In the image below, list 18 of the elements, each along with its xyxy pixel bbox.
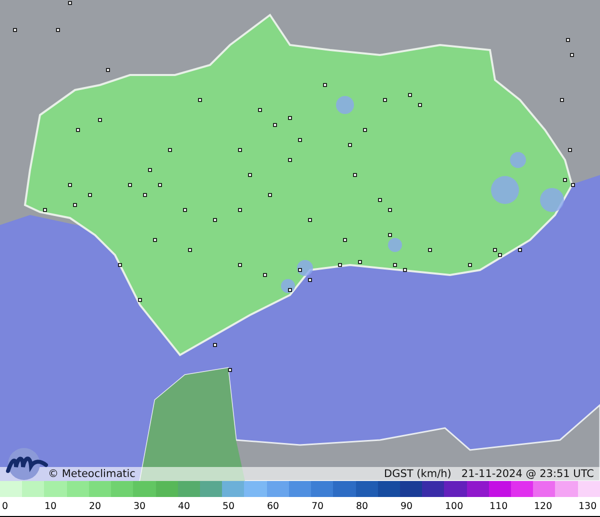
scale-tick-label: 100 [445, 501, 464, 512]
scale-tick-label: 90 [400, 501, 414, 512]
scale-tick-label: 40 [178, 501, 192, 512]
variable-label: DGST (km/h) [384, 468, 452, 480]
scale-tick-label: 80 [356, 501, 370, 512]
scale-tick-label: 20 [89, 501, 102, 512]
scale-tick-label: 60 [267, 501, 280, 512]
scale-tick-label: 130 [578, 501, 598, 512]
scale-tick-label: 70 [312, 501, 325, 512]
scale-tick-label: 0 [1, 501, 10, 512]
scale-tick-label: 110 [490, 501, 509, 512]
scale-tick-label: 120 [534, 501, 554, 512]
credit-text: © Meteoclimatic [48, 468, 136, 480]
scale-tick-label: 10 [44, 501, 58, 512]
timestamp-text: 21-11-2024 @ 23:51 UTC [461, 468, 594, 480]
logo-icon [4, 447, 48, 481]
scale-tick-label: 50 [222, 501, 236, 512]
scale-tick-label: 30 [134, 501, 147, 512]
